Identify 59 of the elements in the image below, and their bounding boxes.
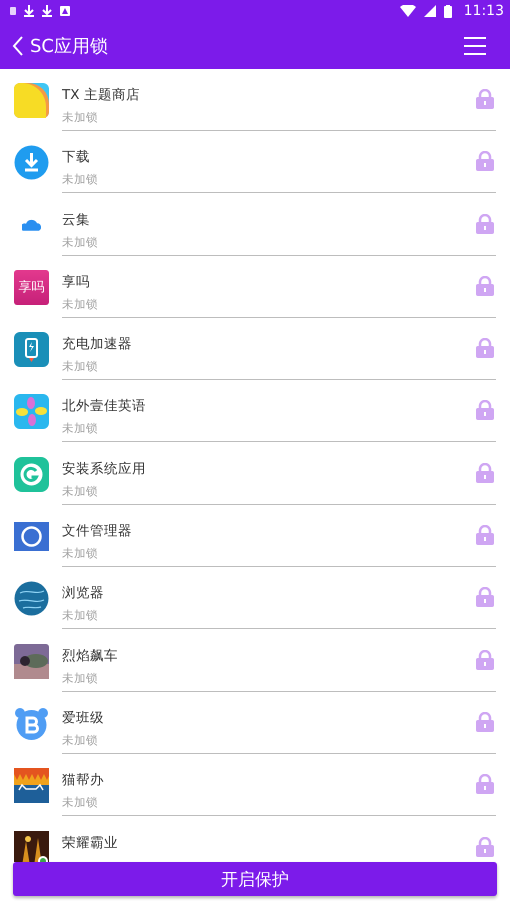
lock-icon[interactable] [476,836,494,857]
lock-status: 未加锁 [62,484,99,499]
lock-status: 未加锁 [62,296,99,312]
app-icon [14,83,49,118]
status-time: 11:13 [464,3,504,19]
app-bar-title: SC应用锁 [30,34,108,58]
download-icon [14,145,49,180]
lock-icon[interactable] [476,214,494,234]
app-icon [14,456,49,492]
app-name: TX 主题商店 [62,86,141,104]
app-name: 享吗 [62,272,91,291]
lock-icon[interactable] [476,650,494,670]
sim-icon [10,7,16,15]
lock-icon[interactable] [476,462,494,483]
lock-icon[interactable] [476,151,494,172]
lock-status: 未加锁 [62,234,99,250]
app-name: 下载 [62,148,91,166]
lock-status: 未加锁 [62,546,99,562]
app-name: 云集 [62,210,91,229]
lock-icon[interactable] [476,525,494,546]
download-icon [24,5,34,17]
bear-icon [14,706,49,741]
lock-icon[interactable] [476,89,494,109]
lock-status: 未加锁 [62,795,99,810]
app-name: 烈焰飙车 [62,646,119,665]
menu-button[interactable] [464,36,486,54]
globe-icon [14,581,49,616]
lock-status: 未加锁 [62,172,99,188]
lock-status: 未加锁 [62,608,99,624]
enable-protection-button[interactable]: 开启保护 [13,862,497,896]
lock-icon[interactable] [476,712,494,732]
signal-icon [424,5,436,17]
app-name: 充电加速器 [62,335,133,354]
app-name: 安装系统应用 [62,460,147,478]
download-icon [42,5,52,17]
wifi-icon [400,5,416,17]
app-icon [14,394,49,430]
back-button[interactable] [12,34,24,56]
lock-status: 未加锁 [62,421,99,436]
app-name: 浏览器 [62,584,105,602]
lock-status: 未加锁 [62,359,99,374]
battery-app-icon [14,332,49,368]
cloud-icon [22,219,41,232]
image-icon [60,6,70,16]
lock-icon[interactable] [476,587,494,608]
lock-status: 未加锁 [62,732,99,748]
battery-icon [444,4,452,18]
lock-status: 未加锁 [62,670,99,686]
lock-icon[interactable] [476,400,494,420]
app-name: 北外壹佳英语 [62,397,147,416]
lock-status: 未加锁 [62,110,99,125]
app-icon: 享吗 [14,270,49,305]
app-name: 猫帮办 [62,771,105,790]
app-name: 荣耀霸业 [62,834,119,852]
lock-icon[interactable] [476,338,494,358]
lock-icon[interactable] [476,774,494,794]
app-name: 文件管理器 [62,522,133,540]
app-name: 爱班级 [62,708,105,727]
lock-icon[interactable] [476,276,494,296]
